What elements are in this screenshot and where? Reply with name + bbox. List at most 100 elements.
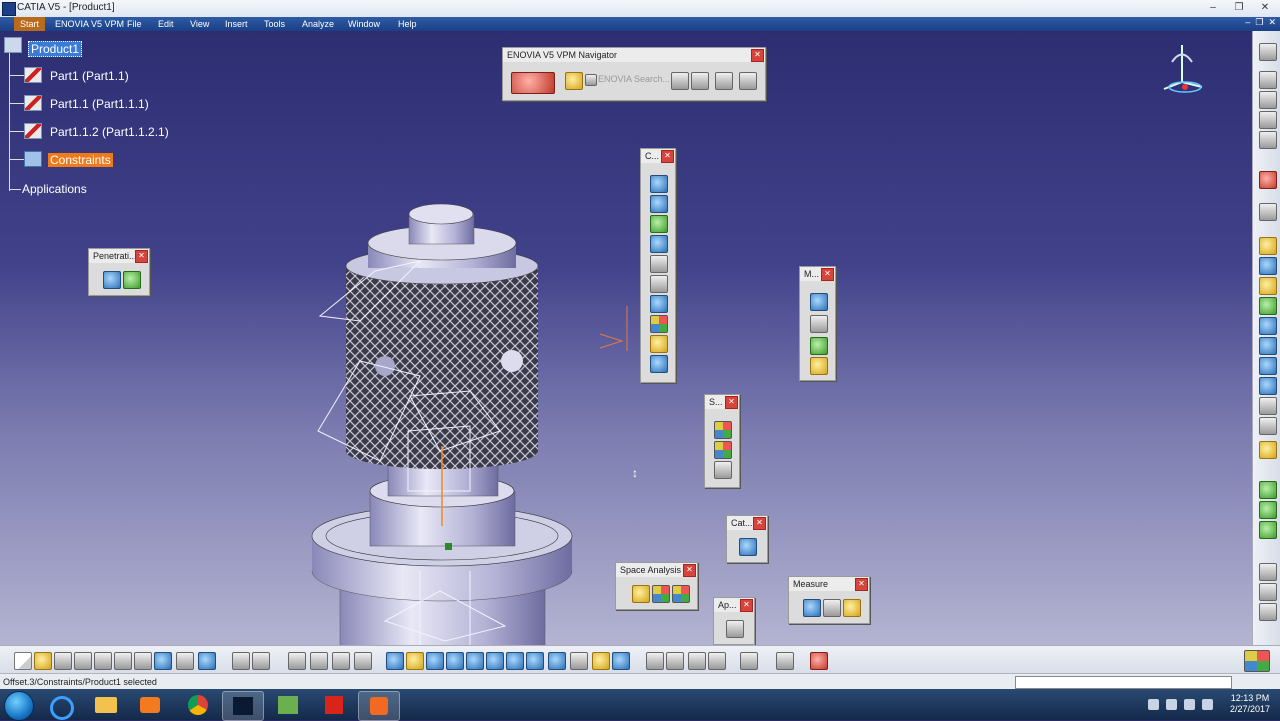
measure-between-icon[interactable] xyxy=(803,599,821,617)
penetration-toolbar[interactable]: Penetrati... ✕ xyxy=(88,248,150,296)
toolbar-icon[interactable] xyxy=(1259,337,1277,355)
menu-enovia[interactable]: ENOVIA V5 VPM xyxy=(52,17,127,31)
close-toolbar-icon[interactable]: ✕ xyxy=(135,250,148,263)
measure-toolbar[interactable]: Measure ✕ xyxy=(788,576,870,624)
chrome-icon[interactable] xyxy=(178,691,218,719)
iso-view-icon[interactable] xyxy=(548,652,566,670)
toolbar-icon[interactable] xyxy=(1259,377,1277,395)
minimize-button[interactable]: – xyxy=(1200,0,1226,15)
smart-move-icon[interactable] xyxy=(810,337,828,355)
menu-help[interactable]: Help xyxy=(395,17,420,31)
shading-icon[interactable] xyxy=(570,652,588,670)
penetration-analysis-icon[interactable] xyxy=(123,271,141,289)
capture-icon[interactable] xyxy=(740,652,758,670)
offset-constraint-icon[interactable] xyxy=(650,215,668,233)
close-toolbar-icon[interactable]: ✕ xyxy=(661,150,674,163)
normal-view-icon[interactable] xyxy=(506,652,524,670)
video-editor-icon[interactable] xyxy=(268,691,308,719)
toolbar-icon[interactable] xyxy=(1259,417,1277,435)
tree-item-constraints[interactable]: Constraints xyxy=(48,153,113,167)
rotate-icon[interactable] xyxy=(446,652,464,670)
product-icon[interactable] xyxy=(4,37,22,53)
toolbar-icon[interactable] xyxy=(1259,501,1277,519)
zoom-in-icon[interactable] xyxy=(466,652,484,670)
angle-constraint-icon[interactable] xyxy=(650,235,668,253)
enovia-search-field[interactable]: ENOVIA Search... xyxy=(598,74,670,84)
show-hidden-icons-icon[interactable] xyxy=(1148,699,1159,710)
toolbar-icon[interactable] xyxy=(646,652,664,670)
hide-show-icon[interactable] xyxy=(592,652,610,670)
comment-icon[interactable] xyxy=(252,652,270,670)
expand-icon[interactable] xyxy=(354,652,372,670)
update-icon[interactable] xyxy=(776,652,794,670)
sectioning-icon[interactable] xyxy=(652,585,670,603)
catalog-browser-icon[interactable] xyxy=(739,538,757,556)
zoom-out-icon[interactable] xyxy=(486,652,504,670)
space-toolbar[interactable]: S... ✕ xyxy=(704,394,740,488)
toolbar-icon[interactable] xyxy=(1259,317,1277,335)
menu-tools[interactable]: Tools xyxy=(261,17,288,31)
part-icon[interactable] xyxy=(24,95,42,111)
manipulation-icon[interactable] xyxy=(810,293,828,311)
clash-icon[interactable] xyxy=(632,585,650,603)
toolbar-icon[interactable] xyxy=(1259,203,1277,221)
contact-constraint-icon[interactable] xyxy=(650,195,668,213)
copy-icon[interactable] xyxy=(114,652,132,670)
quick-constraint-icon[interactable] xyxy=(650,295,668,313)
move-toolbar[interactable]: M... ✕ xyxy=(799,266,836,381)
flag-icon[interactable] xyxy=(1166,699,1177,710)
constraints-icon[interactable] xyxy=(24,151,42,167)
open-icon[interactable] xyxy=(34,652,52,670)
catalog-icon[interactable] xyxy=(332,652,350,670)
part-icon[interactable] xyxy=(24,123,42,139)
coincidence-constraint-icon[interactable] xyxy=(650,175,668,193)
toolbar-icon[interactable] xyxy=(1259,563,1277,581)
media-player-icon[interactable] xyxy=(130,691,170,719)
doc-close-button[interactable]: ✕ xyxy=(1268,17,1276,27)
explode-icon[interactable] xyxy=(810,357,828,375)
paste-icon[interactable] xyxy=(134,652,152,670)
tree-item-part1[interactable]: Part1 (Part1.1) xyxy=(50,69,129,83)
redo-icon[interactable] xyxy=(176,652,194,670)
search-options-icon[interactable] xyxy=(671,72,689,90)
menu-analyze[interactable]: Analyze xyxy=(299,17,337,31)
tree-item-part1-1-2[interactable]: Part1.1.2 (Part1.1.2.1) xyxy=(50,125,169,139)
toolbar-icon[interactable] xyxy=(1259,111,1277,129)
doc-restore-button[interactable]: ❐ xyxy=(1255,17,1263,27)
save-icon[interactable] xyxy=(54,652,72,670)
menu-window[interactable]: Window xyxy=(345,17,383,31)
application-icon[interactable] xyxy=(726,620,744,638)
constraints-toolbar[interactable]: C... ✕ xyxy=(640,148,676,383)
cut-icon[interactable] xyxy=(94,652,112,670)
menu-view[interactable]: View xyxy=(187,17,212,31)
menu-file[interactable]: File xyxy=(124,17,145,31)
tree-root-product[interactable]: Product1 xyxy=(28,41,83,57)
toolbar-icon[interactable] xyxy=(1259,277,1277,295)
menu-insert[interactable]: Insert xyxy=(222,17,251,31)
3d-viewport[interactable]: Product1 Part1 (Part1.1) Part1.1 (Part1.… xyxy=(0,31,1252,645)
menu-start[interactable]: Start xyxy=(14,17,46,31)
toolbar-icon[interactable] xyxy=(1259,257,1277,275)
tree-item-applications[interactable]: Applications xyxy=(22,182,87,196)
fix-together-icon[interactable] xyxy=(650,275,668,293)
compass-icon[interactable] xyxy=(1152,37,1212,97)
measure-item-icon[interactable] xyxy=(823,599,841,617)
close-toolbar-icon[interactable]: ✕ xyxy=(740,599,753,612)
fix-component-icon[interactable] xyxy=(650,255,668,273)
toolbar-icon[interactable] xyxy=(1259,603,1277,621)
recorder-icon[interactable] xyxy=(358,691,400,721)
navigator-icon[interactable] xyxy=(565,72,583,90)
toolbar-icon[interactable] xyxy=(1259,43,1277,61)
toolbar-icon[interactable] xyxy=(1259,397,1277,415)
undo-icon[interactable] xyxy=(154,652,172,670)
applications-toolbar[interactable]: Ap... ✕ xyxy=(713,597,755,645)
print-icon[interactable] xyxy=(74,652,92,670)
swap-space-icon[interactable] xyxy=(612,652,630,670)
whats-this-icon[interactable] xyxy=(198,652,216,670)
toolbar-icon[interactable] xyxy=(1259,521,1277,539)
fly-mode-icon[interactable] xyxy=(386,652,404,670)
volume-icon[interactable] xyxy=(1202,699,1213,710)
select-arrow-icon[interactable] xyxy=(1259,171,1277,189)
maximize-button[interactable]: ❐ xyxy=(1226,0,1252,15)
menu-edit[interactable]: Edit xyxy=(155,17,177,31)
